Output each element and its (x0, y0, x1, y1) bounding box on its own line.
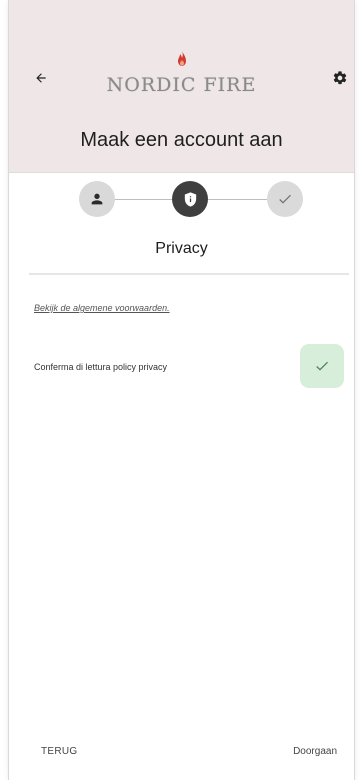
step-account[interactable] (79, 181, 115, 217)
next-button[interactable]: Doorgaan (293, 746, 337, 757)
back-button[interactable] (29, 66, 53, 90)
privacy-consent-label: Conferma di lettura policy privacy (34, 362, 168, 372)
step-title: Privacy (155, 240, 208, 257)
step-confirm[interactable] (267, 181, 303, 217)
back-footer-button[interactable]: TERUG (41, 746, 78, 757)
step-privacy[interactable] (172, 181, 208, 217)
privacy-consent-checkbox[interactable] (300, 344, 344, 388)
page-title: Maak een account aan (80, 129, 283, 151)
settings-button[interactable] (328, 66, 352, 90)
app-window: NORDIC FIRE Maak een account aan Privacy… (8, 0, 355, 780)
section-divider (29, 273, 349, 275)
nordic-fire-logo: NORDIC FIRE (82, 50, 282, 96)
privacy-consent-row: Conferma di lettura policy privacy (34, 344, 344, 392)
terms-link[interactable]: Bekijk de algemene voorwaarden. (34, 303, 170, 313)
flame-icon (174, 50, 190, 72)
stepper-connector (208, 199, 267, 200)
logo-text: NORDIC FIRE (106, 74, 257, 96)
stepper-connector (115, 199, 172, 200)
arrow-left-icon (34, 71, 48, 85)
app-header: NORDIC FIRE Maak een account aan (9, 0, 354, 173)
gear-icon (332, 70, 348, 86)
checkmark-icon (314, 358, 330, 374)
shield-icon (182, 191, 199, 208)
check-icon (277, 191, 293, 207)
person-icon (89, 191, 105, 207)
progress-stepper (9, 176, 354, 222)
